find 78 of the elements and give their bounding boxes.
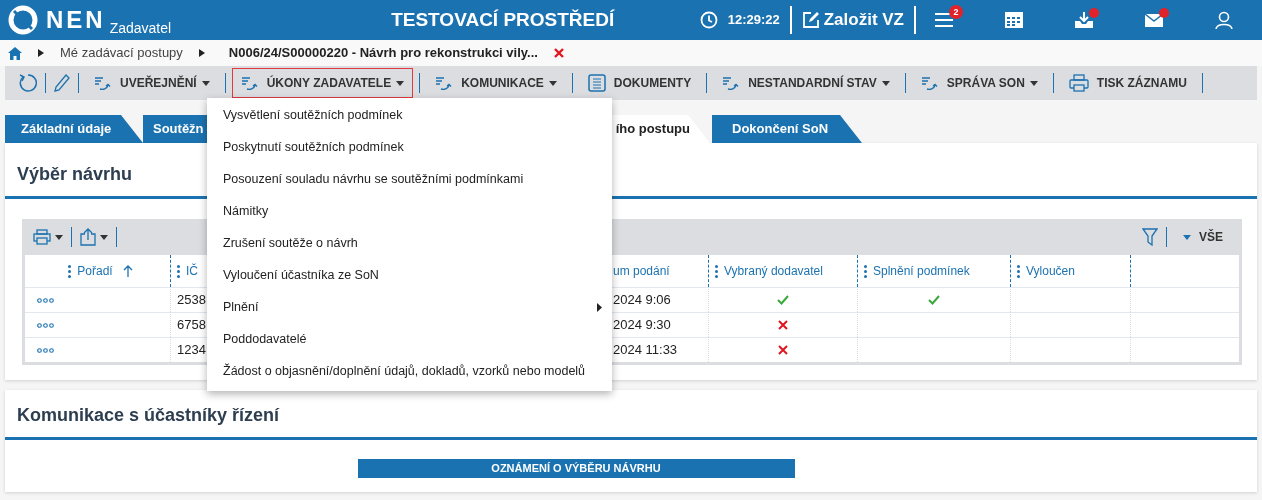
user-icon[interactable] (1214, 11, 1234, 29)
caret-icon (100, 234, 108, 240)
toolbar-button[interactable]: TISK ZÁZNAMU (1059, 68, 1196, 98)
list-arrow-icon (920, 75, 939, 91)
drag-handle-icon[interactable] (715, 264, 718, 278)
drag-handle-icon[interactable] (68, 264, 72, 278)
mail-icon[interactable] (1144, 11, 1164, 29)
caret-icon (201, 80, 210, 86)
row-menu-icon[interactable] (37, 347, 54, 353)
list-arrow-icon (722, 75, 741, 91)
inbox-icon[interactable] (1074, 11, 1094, 29)
logo-icon (8, 5, 38, 35)
row-menu-icon[interactable] (37, 322, 54, 328)
list-arrow-icon (435, 75, 454, 91)
filter-dropdown[interactable]: VŠE (1183, 228, 1223, 246)
list-arrow-icon (240, 75, 259, 91)
printer-icon (1068, 74, 1089, 92)
menu-item[interactable]: Vyloučení účastníka ze SoN (207, 259, 612, 291)
edit-icon (801, 11, 820, 29)
drag-handle-icon[interactable] (864, 264, 867, 278)
breadcrumb-link[interactable]: Mé zadávací postupy (60, 43, 183, 63)
filter-icon[interactable] (1142, 228, 1158, 246)
column-header[interactable]: IČ (186, 262, 198, 280)
menu-button[interactable]: ÚKONY ZADAVATELE (231, 68, 414, 98)
calendar-icon[interactable] (1004, 11, 1024, 29)
drag-handle-icon[interactable] (1017, 264, 1020, 278)
menu-item[interactable]: Námitky (207, 195, 612, 227)
caret-icon (55, 234, 63, 240)
caret-icon (881, 80, 890, 86)
pencil-icon[interactable] (54, 74, 70, 92)
menu-icon[interactable] (934, 11, 954, 29)
menu-item[interactable]: Posouzení souladu návrhu se soutěžními podmínkami (207, 163, 612, 195)
section-title: Výběr návrhu (16, 163, 134, 186)
column-header[interactable]: um podání (613, 262, 670, 280)
home-icon[interactable] (8, 46, 22, 60)
menu-item[interactable]: Zrušení soutěže o návrh (207, 227, 612, 259)
menu-item[interactable]: Plnění (207, 291, 612, 323)
create-button[interactable]: Založit VZ (801, 7, 904, 33)
caret-icon (1029, 80, 1038, 86)
sort-arrow-icon[interactable] (122, 265, 133, 277)
menu-item[interactable]: Vysvětlení soutěžních podmínek (207, 99, 612, 131)
list-arrow-icon (94, 75, 112, 91)
column-header[interactable]: Pořadí (77, 262, 113, 280)
document-icon (587, 74, 606, 92)
toolbar-button[interactable]: DOKUMENTY (578, 68, 701, 98)
menu-item[interactable]: Žádost o objasnění/doplnění údajů, dokladů, vzorků nebo modelů (207, 355, 612, 387)
caret-icon (396, 80, 405, 86)
close-icon[interactable] (553, 48, 564, 58)
submenu-arrow-icon (597, 302, 602, 312)
drag-handle-icon[interactable] (177, 264, 180, 278)
clock-time: 12:29:22 (727, 11, 780, 30)
notice-button[interactable]: OZNÁMENÍ O VÝBĚRU NÁVRHU (357, 459, 795, 478)
notification-badge: 2 (949, 5, 963, 19)
clock-icon (699, 11, 718, 29)
column-header[interactable]: Splnění podmínek (873, 262, 970, 280)
chevron-icon (198, 49, 205, 57)
print-icon[interactable] (33, 229, 51, 245)
environment-title: TESTOVACÍ PROSTŘEDÍ (391, 7, 615, 32)
menu-item[interactable]: Poskytnutí soutěžních podmínek (207, 131, 612, 163)
menu-button[interactable]: UVEŘEJNĚNÍ (85, 68, 219, 98)
menu-button[interactable]: KOMUNIKACE (426, 68, 566, 98)
row-menu-icon[interactable] (37, 297, 54, 303)
menu-button[interactable]: NESTANDARDNÍ STAV (713, 68, 899, 98)
caret-icon (1183, 234, 1191, 240)
caret-icon (548, 80, 557, 86)
tab[interactable]: Základní údaje (5, 115, 143, 143)
menu-button[interactable]: SPRÁVA SON (911, 68, 1047, 98)
section-title: Komunikace s účastníky řízení (16, 404, 281, 427)
column-header[interactable]: Vyloučen (1026, 262, 1075, 280)
share-icon[interactable] (80, 228, 96, 246)
logo-text: NEN (46, 8, 106, 32)
app-subtitle: Zadavatel (109, 19, 172, 38)
menu-item[interactable]: Poddodavatelé (207, 323, 612, 355)
chevron-icon (38, 49, 44, 57)
column-header[interactable]: Vybraný dodavatel (724, 262, 823, 280)
tab[interactable]: Dokončení SoN (712, 115, 862, 143)
breadcrumb-link[interactable]: N006/24/S00000220 - Návrh pro rekonstrukci vily... (228, 43, 538, 63)
refresh-icon[interactable] (17, 73, 37, 93)
